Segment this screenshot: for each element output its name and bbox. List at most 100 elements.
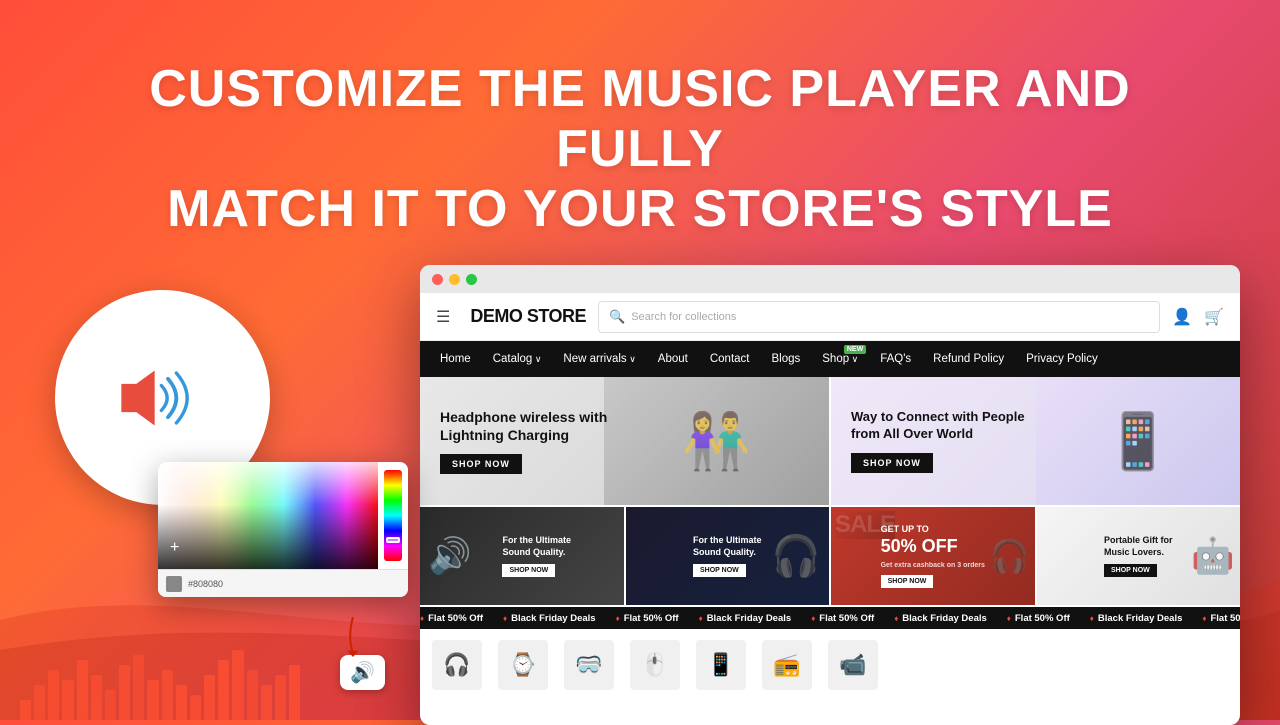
- product-thumb-4[interactable]: 📱: [696, 640, 746, 690]
- hero-right-shop-btn[interactable]: SHOP NOW: [851, 453, 933, 473]
- eq-bar-10: [162, 670, 173, 720]
- ticker-item-4: ♦Flat 50% Off: [811, 613, 874, 624]
- eq-bar-3: [62, 680, 73, 720]
- hero-banner-right: Way to Connect with Peoplefrom All Over …: [829, 377, 1240, 505]
- banner-headphone: 🎧 For the UltimateSound Quality. SHOP NO…: [626, 507, 832, 605]
- user-icon[interactable]: 👤: [1172, 307, 1192, 327]
- cart-icon[interactable]: 🛒: [1204, 307, 1224, 327]
- ticker-item-8: ♦Flat 50% Off: [1202, 613, 1240, 624]
- arrow-indicator: [338, 617, 368, 662]
- product-row: 🎧 ⌚ 🥽 🖱️ 📱 📻 📹: [420, 629, 1240, 701]
- color-gradient-main[interactable]: +: [158, 462, 378, 569]
- store-search-bar[interactable]: 🔍 Search for collections: [598, 301, 1160, 333]
- hamburger-icon[interactable]: ☰: [436, 307, 450, 327]
- store-header-icons: 👤 🛒: [1172, 307, 1224, 327]
- eq-bar-1: [34, 685, 45, 720]
- eq-bar-13: [204, 675, 215, 720]
- eq-bar-18: [275, 675, 286, 720]
- window-close-dot[interactable]: [432, 274, 443, 285]
- ticker-text: Black Friday Deals: [707, 613, 792, 624]
- product-thumb-0[interactable]: 🎧: [432, 640, 482, 690]
- ticker-diamond-icon: ♦: [699, 614, 703, 623]
- hero-left-shop-btn[interactable]: SHOP NOW: [440, 454, 522, 474]
- ticker-item-5: ♦Black Friday Deals: [894, 613, 987, 624]
- browser-titlebar: [420, 265, 1240, 293]
- banner-sale: SALE GET UP TO50% OFF Get extra cashback…: [831, 507, 1037, 605]
- eq-bar-0: [20, 700, 31, 720]
- hero-left-content: Headphone wireless withLightning Chargin…: [440, 408, 607, 474]
- ticker-bar: ♦ Flat 50% Off ♦ Black Friday Deals ♦ Flat 50…: [420, 605, 1240, 629]
- banner-sale-btn[interactable]: SHOP NOW: [881, 575, 934, 588]
- headline-line1: CUSTOMIZE THE MUSIC PLAYER AND FULLY: [80, 60, 1200, 180]
- banner-robot-text: Portable Gift forMusic Lovers. SHOP NOW: [1104, 535, 1173, 576]
- eq-bar-15: [232, 650, 243, 720]
- eq-bar-2: [48, 670, 59, 720]
- hue-thumb[interactable]: [386, 537, 400, 543]
- eq-bar-7: [119, 665, 130, 720]
- nav-badge-shop: NEW: [844, 345, 866, 354]
- nav-item-home[interactable]: Home: [440, 353, 471, 365]
- eq-bar-5: [91, 675, 102, 720]
- nav-item-catalog[interactable]: Catalog: [493, 353, 542, 365]
- eq-bar-12: [190, 695, 201, 720]
- banner-speaker-btn[interactable]: SHOP NOW: [502, 564, 555, 577]
- banner-headphone-text: For the UltimateSound Quality. SHOP NOW: [693, 535, 762, 576]
- eq-bar-19: [289, 665, 300, 720]
- nav-item-refund-policy[interactable]: Refund Policy: [933, 353, 1004, 365]
- eq-bar-16: [247, 670, 258, 720]
- window-minimize-dot[interactable]: [449, 274, 460, 285]
- nav-item-shop[interactable]: ShopNEW: [822, 353, 858, 365]
- ticker-text: Flat 50% Off: [624, 613, 679, 624]
- ticker-item-0: ♦Flat 50% Off: [420, 613, 483, 624]
- browser-window: ☰ DEMO STORE 🔍 Search for collections 👤 …: [420, 265, 1240, 725]
- ticker-text: Black Friday Deals: [511, 613, 596, 624]
- small-speaker-icon: 🔊: [350, 660, 375, 685]
- product-thumb-1[interactable]: ⌚: [498, 640, 548, 690]
- ticker-item-6: ♦ Flat 50% Off: [1007, 613, 1070, 624]
- eq-bars: [0, 640, 320, 720]
- product-thumb-5[interactable]: 📻: [762, 640, 812, 690]
- ticker-text: Flat 50% Off: [1210, 613, 1240, 624]
- store-logo: DEMO STORE: [470, 306, 586, 327]
- ticker-item-7: ♦Black Friday Deals: [1090, 613, 1183, 624]
- ticker-content: ♦ Flat 50% Off ♦ Black Friday Deals ♦ Flat 50…: [420, 613, 1240, 624]
- speaker-icon: [113, 358, 213, 438]
- store-nav: Home Catalog New arrivals About Contact Blogs…: [420, 341, 1240, 377]
- hue-slider[interactable]: [384, 470, 402, 561]
- ticker-diamond-icon: ♦: [1007, 614, 1011, 623]
- eq-bar-17: [261, 685, 272, 720]
- hero-section: Headphone wireless withLightning Chargin…: [420, 377, 1240, 505]
- phone-illustration: 📱: [1104, 409, 1172, 474]
- robot-icon: 🤖: [1191, 536, 1235, 577]
- ticker-diamond-icon: ♦: [616, 614, 620, 623]
- hero-left-image: 👫: [604, 377, 829, 505]
- banner-robot-btn[interactable]: SHOP NOW: [1104, 564, 1157, 577]
- eq-bar-8: [133, 655, 144, 720]
- store-header: ☰ DEMO STORE 🔍 Search for collections 👤 …: [420, 293, 1240, 341]
- product-thumb-2[interactable]: 🥽: [564, 640, 614, 690]
- product-thumb-3[interactable]: 🖱️: [630, 640, 680, 690]
- search-placeholder: Search for collections: [631, 311, 736, 323]
- banners-row: 🔊 For the UltimateSound Quality. SHOP NO…: [420, 505, 1240, 605]
- ticker-diamond-icon: ♦: [503, 614, 507, 623]
- window-maximize-dot[interactable]: [466, 274, 477, 285]
- ticker-text: Flat 50% Off: [428, 613, 483, 624]
- hero-right-content: Way to Connect with Peoplefrom All Over …: [851, 409, 1025, 473]
- eq-bar-9: [147, 680, 158, 720]
- product-thumb-6[interactable]: 📹: [828, 640, 878, 690]
- banner-headphone-btn[interactable]: SHOP NOW: [693, 564, 746, 577]
- nav-item-privacy-policy[interactable]: Privacy Policy: [1026, 353, 1098, 365]
- color-picker-widget[interactable]: + #808080: [158, 462, 408, 597]
- nav-item-new-arrivals[interactable]: New arrivals: [563, 353, 635, 365]
- nav-item-about[interactable]: About: [658, 353, 688, 365]
- ticker-text: Flat 50% Off: [1015, 613, 1070, 624]
- color-picker-gradient[interactable]: +: [158, 462, 408, 569]
- ticker-diamond-icon: ♦: [1090, 614, 1094, 623]
- nav-item-faq-s[interactable]: FAQ's: [880, 353, 911, 365]
- nav-item-contact[interactable]: Contact: [710, 353, 750, 365]
- eq-bar-6: [105, 690, 116, 720]
- nav-item-blogs[interactable]: Blogs: [771, 353, 800, 365]
- ticker-text: Black Friday Deals: [902, 613, 987, 624]
- banner-speaker-text: For the UltimateSound Quality. SHOP NOW: [502, 535, 571, 576]
- ticker-item-1: ♦ Black Friday Deals: [503, 613, 596, 624]
